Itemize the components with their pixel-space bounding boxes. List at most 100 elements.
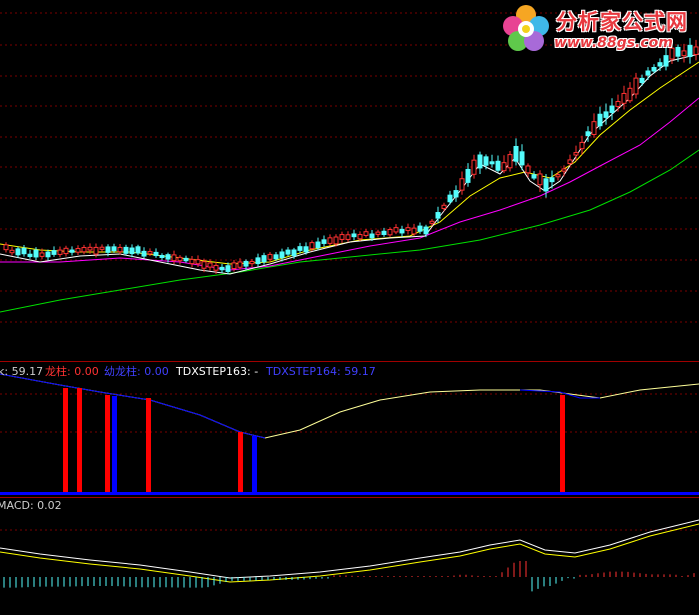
candle: [471, 159, 477, 175]
candle: [507, 154, 513, 169]
candle: [27, 253, 33, 257]
ma-fast-line: [0, 53, 699, 275]
candle: [21, 247, 27, 255]
candle: [297, 246, 303, 251]
candle: [315, 241, 321, 249]
long-bar: [105, 395, 110, 493]
candle: [591, 121, 597, 135]
candle: [177, 256, 183, 262]
logo-title: 分析家公式网: [556, 10, 688, 34]
candle: [87, 246, 93, 251]
candle: [405, 227, 411, 232]
candle: [3, 244, 9, 251]
candle: [435, 212, 441, 219]
candle: [519, 151, 525, 166]
ma-long-line: [0, 149, 699, 313]
candle: [549, 177, 555, 183]
candle: [189, 258, 195, 265]
candle: [207, 262, 213, 268]
candle: [369, 233, 375, 239]
candle: [411, 227, 417, 235]
candle: [147, 251, 153, 255]
candle: [525, 165, 531, 174]
candle: [165, 254, 171, 260]
long-bar: [63, 388, 68, 493]
candle: [447, 194, 453, 203]
candle: [441, 204, 447, 210]
candle: [585, 131, 591, 137]
candle: [201, 261, 207, 269]
candle: [357, 234, 363, 240]
candle: [399, 228, 405, 234]
candle: [219, 266, 225, 271]
candle: [141, 250, 147, 257]
candle: [615, 101, 621, 107]
candle: [267, 253, 273, 260]
candle: [531, 174, 537, 179]
candle: [15, 248, 21, 256]
candle: [111, 246, 117, 252]
young-bar-label: 幼龙柱: 0.00: [104, 365, 169, 378]
candle: [543, 178, 549, 192]
candle: [195, 259, 201, 265]
candle: [9, 249, 15, 254]
candle: [33, 249, 39, 258]
candle: [429, 220, 435, 224]
candle: [657, 62, 663, 67]
candle: [159, 254, 165, 258]
candle: [255, 257, 261, 265]
long-bar-label: 龙柱: 0.00: [45, 365, 99, 378]
candle: [105, 246, 111, 253]
candle: [387, 229, 393, 236]
candle: [651, 67, 657, 72]
candle: [393, 227, 399, 233]
candle: [555, 174, 561, 178]
step164-line: [0, 373, 266, 439]
candle: [573, 152, 579, 156]
candle: [477, 154, 483, 169]
candle: [129, 247, 135, 255]
candle: [345, 234, 351, 240]
candle: [459, 178, 465, 191]
candle: [501, 162, 507, 172]
ma-mid-line: [0, 61, 699, 265]
candle: [513, 145, 519, 162]
long-bar: [238, 432, 243, 493]
candle: [537, 173, 543, 186]
candle: [381, 230, 387, 235]
candle: [567, 159, 573, 165]
candle: [183, 257, 189, 262]
step164-label: TDXSTEP164: 59.17: [266, 365, 376, 378]
candle: [243, 260, 249, 267]
candle: [633, 77, 639, 95]
candle: [273, 254, 279, 260]
candle: [321, 239, 327, 244]
candle: [483, 156, 489, 166]
candle: [363, 231, 369, 236]
candle: [75, 248, 81, 253]
candle: [213, 264, 219, 271]
candle: [453, 190, 459, 198]
candle: [639, 77, 645, 83]
candle: [351, 233, 357, 238]
candle: [51, 250, 57, 255]
macd-dif-line: [0, 519, 699, 579]
candle: [291, 249, 297, 257]
flower-icon: [503, 5, 549, 51]
step163-label: TDXSTEP163: -: [176, 365, 259, 378]
stock-chart: [0, 12, 699, 592]
candle: [63, 247, 69, 255]
long-bar: [146, 398, 151, 493]
young-bar: [252, 436, 257, 493]
k-line: [0, 373, 699, 439]
long-bar: [560, 395, 565, 493]
candle: [597, 113, 603, 127]
candle: [603, 111, 609, 118]
candle: [627, 87, 633, 102]
candle: [579, 141, 585, 150]
candle: [249, 260, 255, 265]
candle: [279, 251, 285, 259]
logo-url: www.88gs.com: [554, 35, 673, 51]
candle: [93, 246, 99, 255]
candle: [465, 168, 471, 183]
